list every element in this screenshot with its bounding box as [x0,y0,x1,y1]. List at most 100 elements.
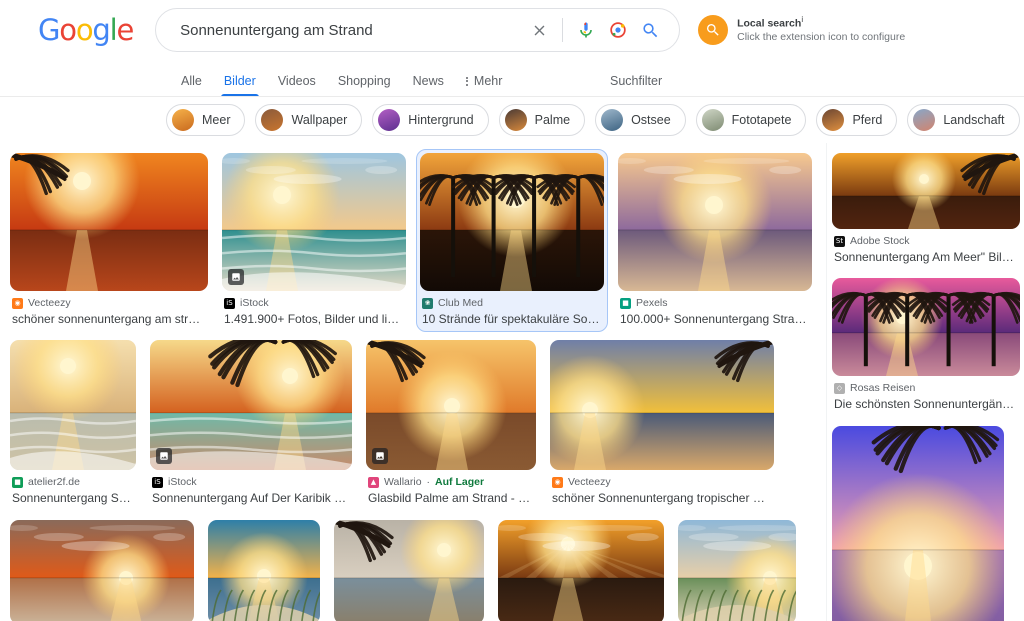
result-meta: ■ atelier2f.de Sonnenuntergang Stran... [10,470,136,507]
result-title[interactable]: Sonnenuntergang Auf Der Karibik Meer ... [152,491,350,505]
favicon-icon: ■ [12,476,23,488]
page-header: Google Sonnenuntergang am Strand Local s… [0,0,1024,60]
chip-palme[interactable]: Palme [498,104,586,136]
image-result-tile[interactable]: ❀ Club Med 10 Strände für spektakuläre Son… [416,149,608,333]
google-logo[interactable]: Google [38,13,134,47]
result-source-line: iS iStock [224,297,404,309]
result-source-line: ◉ Vecteezy [552,476,772,488]
tab-label: Shopping [337,74,391,88]
result-title[interactable]: Die schönsten Sonnenuntergänge ... [834,397,1018,411]
chip-ostsee[interactable]: Ostsee [595,104,686,136]
result-thumbnail[interactable] [498,519,664,621]
image-result-tile[interactable] [330,516,488,621]
sidebar-result-tile[interactable]: ◇ Rosas Reisen Die schönsten Sonnenuntergä… [828,274,1024,417]
image-result-tile[interactable] [6,516,198,621]
result-thumbnail[interactable] [550,340,774,471]
info-icon[interactable]: i [801,15,803,24]
result-thumbnail[interactable] [678,519,796,621]
chip-thumbnail [261,109,284,131]
result-thumbnail[interactable] [420,153,604,291]
result-thumbnail[interactable] [150,340,352,471]
result-thumbnail[interactable] [222,153,406,291]
image-result-tile[interactable]: iS iStock 1.491.900+ Fotos, Bilder und liz… [218,149,410,332]
result-title[interactable]: 100.000+ Sonnenuntergang Stran... [620,312,810,326]
image-result-tile[interactable] [204,516,324,621]
favicon-icon: ◇ [834,382,845,394]
chip-hintergrund[interactable]: Hintergrund [372,104,489,136]
search-icon[interactable] [635,15,665,45]
image-badge-icon [228,269,244,285]
image-result-tile[interactable] [674,516,800,621]
image-result-tile[interactable]: iS iStock Sonnenuntergang Auf Der Karibik … [146,336,356,511]
sidebar-result-tile[interactable] [828,422,1008,621]
more-vert-icon [465,76,468,86]
result-thumbnail[interactable] [618,153,812,291]
result-thumbnail[interactable] [832,425,1004,621]
favicon-icon: ◉ [552,476,563,488]
result-thumbnail[interactable] [10,519,194,621]
google-lens-icon[interactable] [603,15,633,45]
image-result-tile[interactable]: ▲ Wallario · Auf Lager Glasbild Palme am Str… [362,336,540,511]
result-title[interactable]: Sonnenuntergang Am Meer" Bilder... [834,250,1018,264]
sidebar-result-tile[interactable]: St Adobe Stock Sonnenuntergang Am Meer" Bi… [828,149,1024,270]
image-badge-icon [156,448,172,465]
image-result-tile[interactable] [494,516,668,621]
tab-shopping[interactable]: Shopping [327,74,402,97]
result-title[interactable]: Glasbild Palme am Strand - Son... [368,491,534,505]
result-meta: ❀ Club Med 10 Strände für spektakuläre Son… [420,291,604,328]
chip-landschaft[interactable]: Landschaft [907,104,1020,136]
tab-mehr[interactable]: Mehr [455,74,513,97]
result-thumbnail[interactable] [334,519,484,621]
tab-label: Bilder [223,74,256,88]
image-result-tile[interactable]: ◉ Vecteezy schöner sonnenuntergang am stra… [6,149,212,332]
image-result-tile[interactable]: ■ Pexels 100.000+ Sonnenuntergang Stran... [614,149,816,332]
chip-wallpaper[interactable]: Wallpaper [255,104,363,136]
result-title[interactable]: schöner Sonnenuntergang tropischer Stran… [552,491,772,505]
chip-label: Fototapete [731,113,792,127]
result-source-line: ❀ Club Med [422,297,602,309]
result-source-line: ■ Pexels [620,297,810,309]
search-filter-button[interactable]: Suchfilter [610,74,662,88]
tab-bilder[interactable]: Bilder [213,74,267,97]
image-badge-icon [372,448,388,465]
tab-label: Mehr [473,74,503,88]
result-title[interactable]: 1.491.900+ Fotos, Bilder und lizen... [224,312,404,326]
result-title[interactable]: 10 Strände für spektakuläre Sonne... [422,312,602,326]
result-meta: ◉ Vecteezy schöner sonnenuntergang am stra… [10,291,208,328]
chip-label: Meer [202,113,231,127]
result-thumbnail[interactable] [208,519,320,621]
result-meta: iS iStock 1.491.900+ Fotos, Bilder und liz… [222,291,406,328]
chip-fototapete[interactable]: Fototapete [695,104,807,136]
result-meta: ◇ Rosas Reisen Die schönsten Sonnenuntergä… [832,376,1020,413]
extension-badge[interactable]: Local searchi Click the extension icon t… [698,15,905,45]
result-thumbnail[interactable] [832,153,1020,229]
chip-meer[interactable]: Meer [166,104,246,136]
results-area: ◉ Vecteezy schöner sonnenuntergang am stra… [0,143,1024,621]
result-title[interactable]: Sonnenuntergang Stran... [12,491,134,505]
tab-alle[interactable]: Alle [170,74,213,97]
image-results-row: ■atelier2f.deSonnenuntergang Stran... iSi… [6,336,826,511]
close-icon[interactable] [524,15,554,45]
image-result-tile[interactable]: ◉ Vecteezy schöner Sonnenuntergang tropisc… [546,336,778,511]
chip-label: Ostsee [631,113,671,127]
result-source-line: St Adobe Stock [834,235,1018,247]
search-input[interactable] [178,17,525,43]
tab-videos[interactable]: Videos [267,74,327,97]
extension-subtitle: Click the extension icon to configure [737,31,906,44]
search-bar[interactable] [155,8,681,52]
chip-thumbnail [701,109,724,131]
tab-news[interactable]: News [402,74,455,97]
favicon-icon: iS [224,297,235,309]
microphone-icon[interactable] [571,15,601,45]
result-thumbnail[interactable] [10,340,136,471]
result-source-line: iS iStock [152,476,350,488]
result-thumbnail[interactable] [832,278,1020,377]
extension-text: Local searchi Click the extension icon t… [737,15,905,44]
image-result-tile[interactable]: ■ atelier2f.de Sonnenuntergang Stran... [6,336,140,511]
result-title[interactable]: schöner sonnenuntergang am strand ... [12,312,206,326]
tab-label: News [412,74,444,88]
result-meta: St Adobe Stock Sonnenuntergang Am Meer" Bi… [832,229,1020,266]
result-thumbnail[interactable] [366,340,536,471]
result-thumbnail[interactable] [10,153,208,291]
chip-pferd[interactable]: Pferd [816,104,898,136]
